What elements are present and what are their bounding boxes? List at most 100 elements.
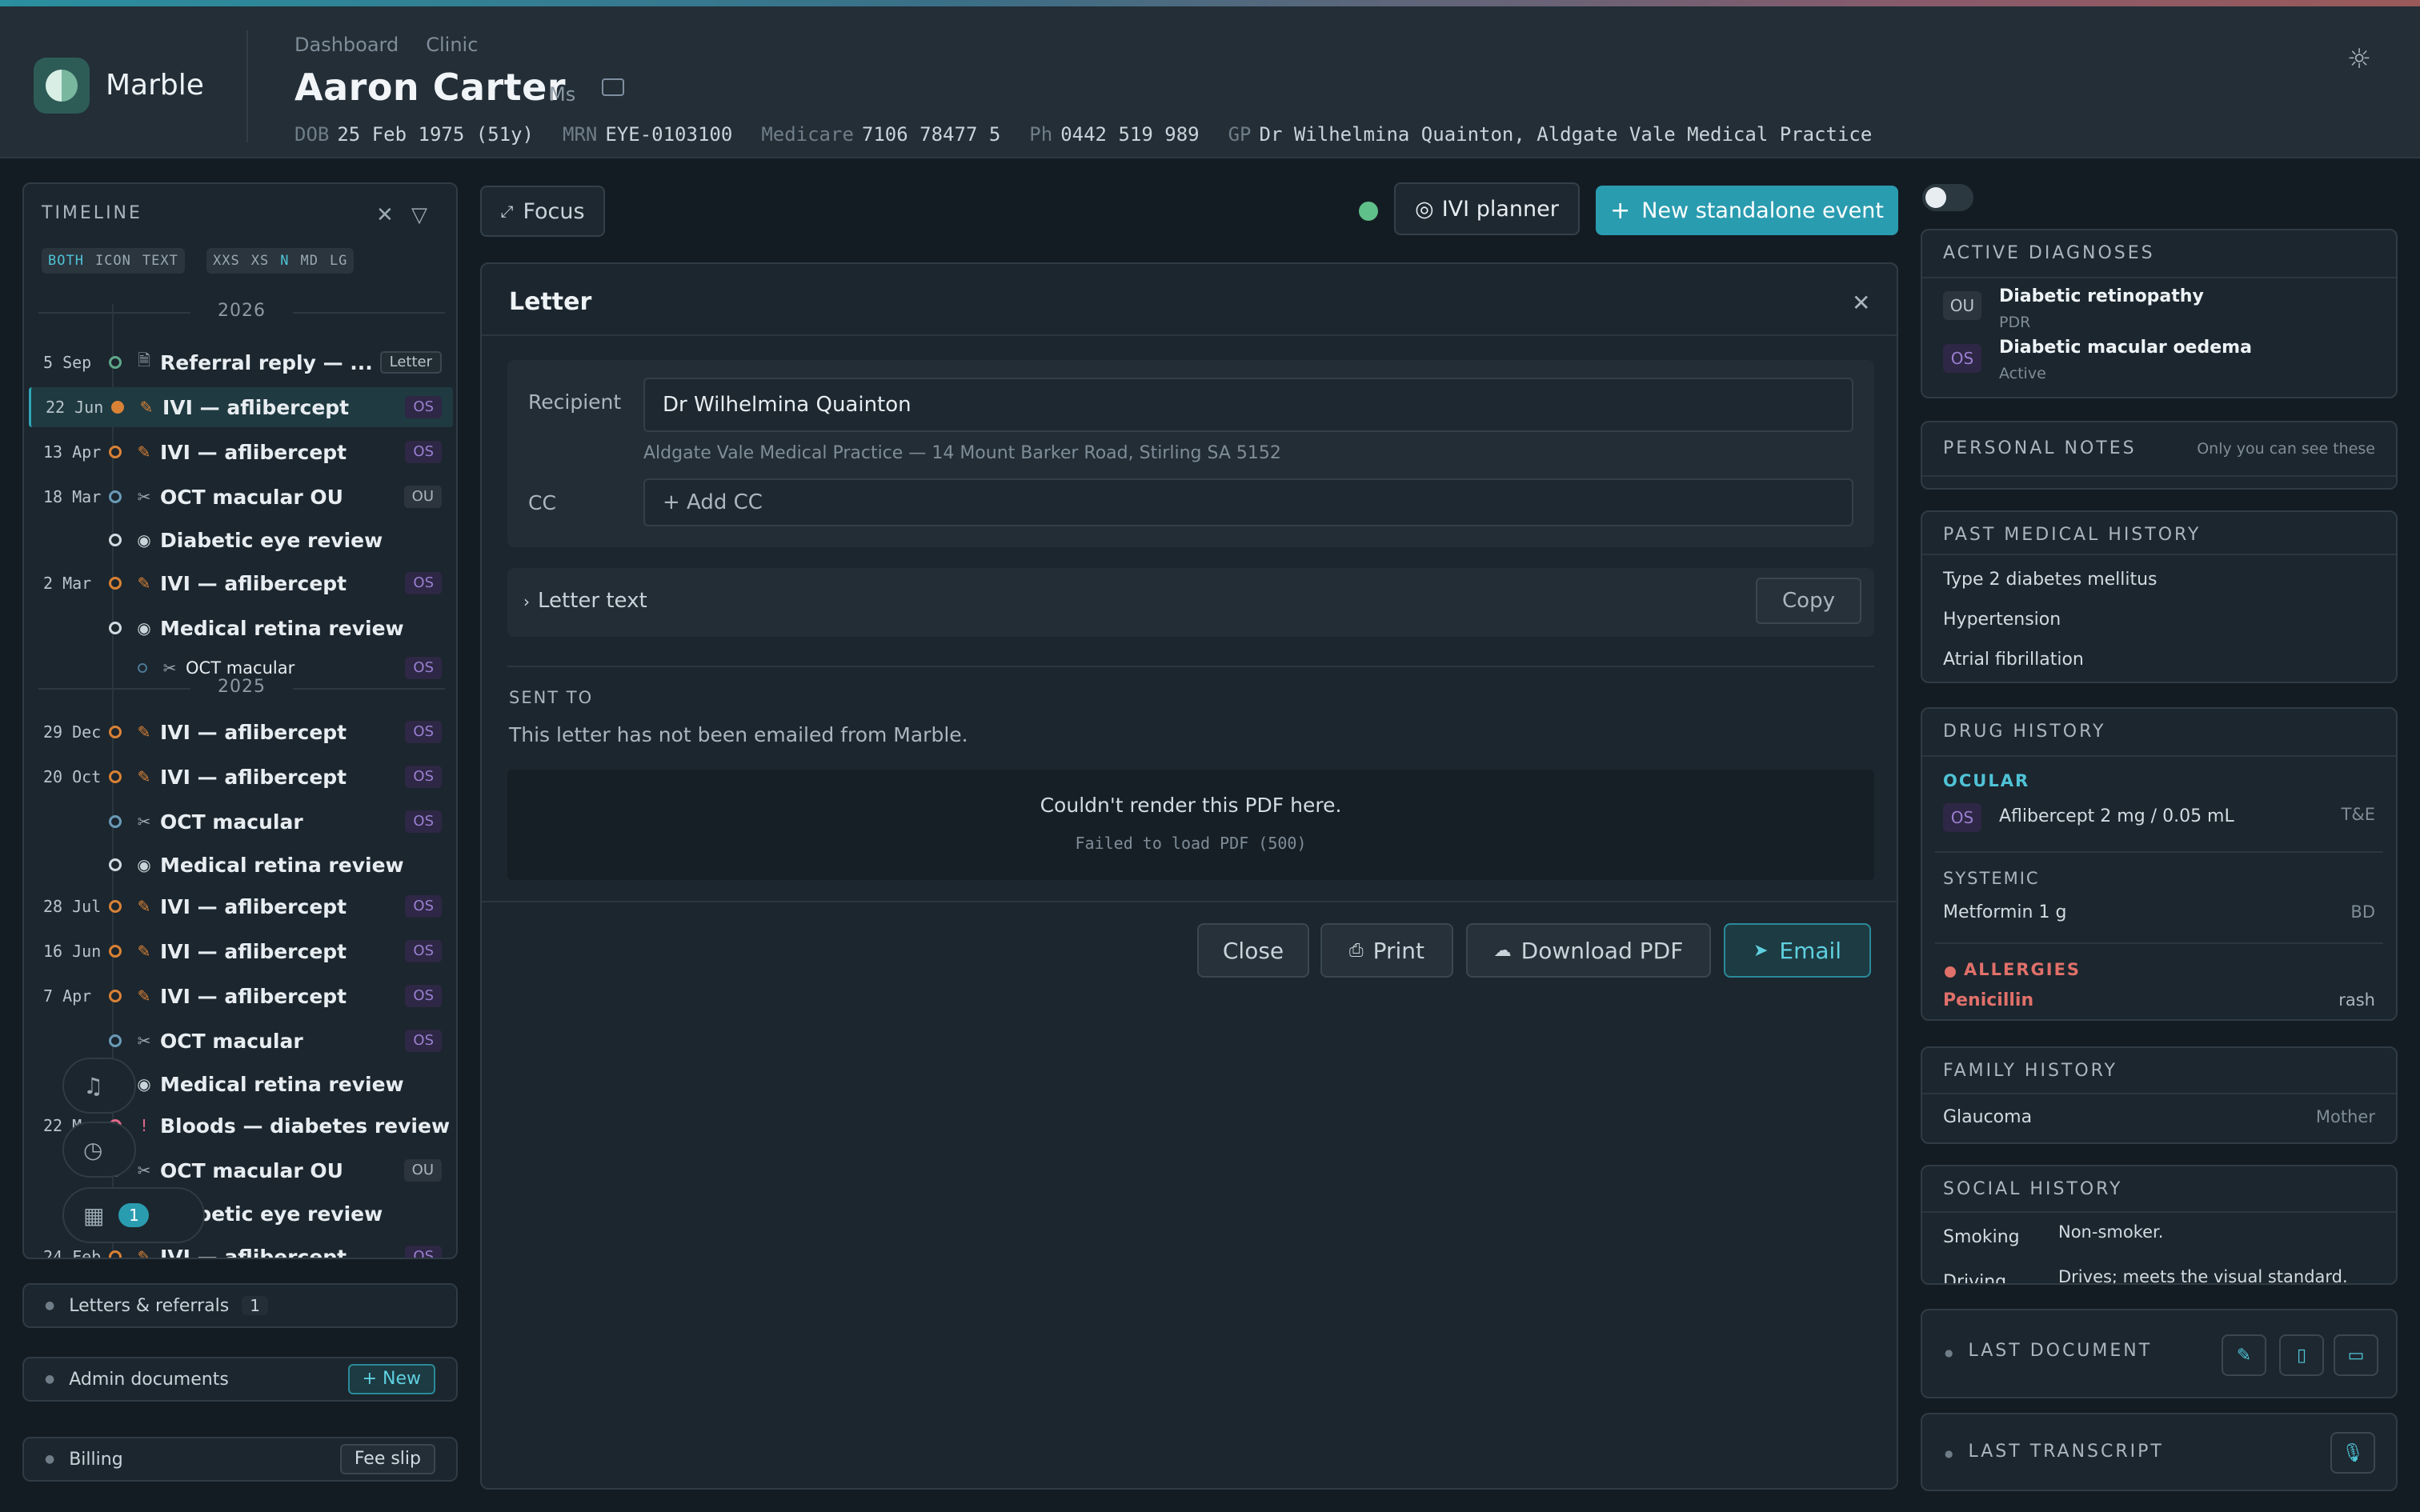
divider bbox=[1922, 1211, 2396, 1213]
timeline-event[interactable]: ✂ OCT macular OS bbox=[29, 648, 453, 688]
letters-referrals-section[interactable]: ● Letters & referrals 1 bbox=[22, 1283, 458, 1328]
close-button[interactable]: Close bbox=[1197, 923, 1309, 978]
ivi-planner-button[interactable]: ◎ IVI planner bbox=[1394, 182, 1580, 235]
pmh-item[interactable]: Hypertension bbox=[1943, 610, 2061, 630]
id-card-icon[interactable] bbox=[602, 78, 624, 96]
calendar-button[interactable]: ▦ 1 bbox=[62, 1187, 205, 1243]
size-md[interactable]: MD bbox=[300, 253, 318, 269]
chevron-right-icon: › bbox=[523, 592, 530, 611]
size-lg[interactable]: LG bbox=[330, 253, 347, 269]
timeline-event[interactable]: 20 Oct ✎ IVI — aflibercept OS bbox=[29, 757, 453, 797]
timeline-event[interactable]: ◉ Diabetic eye review bbox=[29, 520, 453, 560]
download-pdf-button[interactable]: ☁ Download PDF bbox=[1466, 923, 1711, 978]
pmh-item[interactable]: Atrial fibrillation bbox=[1943, 650, 2084, 670]
add-cc-input[interactable]: + Add CC bbox=[643, 478, 1853, 526]
review-icon: ◉ bbox=[137, 530, 151, 550]
oct-sub-icon: ✂ bbox=[162, 658, 177, 678]
monitor-upload-icon[interactable]: ▭ bbox=[2334, 1334, 2378, 1376]
timeline-event[interactable]: ◉ Medical retina review bbox=[29, 845, 453, 885]
event-badge: OS bbox=[405, 1030, 442, 1052]
admin-documents-section[interactable]: ● Admin documents + New bbox=[22, 1357, 458, 1402]
edit-pencil-icon[interactable]: ✎ bbox=[2222, 1334, 2266, 1376]
view-both[interactable]: BOTH bbox=[48, 253, 84, 269]
timeline-event[interactable]: 7 Apr ✎ IVI — aflibercept OS bbox=[29, 976, 453, 1016]
status-indicator bbox=[1359, 202, 1378, 221]
diagnosis-name[interactable]: Diabetic retinopathy bbox=[1999, 286, 2204, 306]
letter-text-toggle[interactable]: › Letter text bbox=[523, 589, 647, 613]
event-title: OCT macular OU bbox=[160, 1158, 343, 1182]
timeline-event[interactable]: 29 Dec ✎ IVI — aflibercept OS bbox=[29, 712, 453, 752]
marble-logo[interactable] bbox=[34, 58, 90, 114]
event-title: Medical retina review bbox=[160, 1072, 404, 1096]
billing-section[interactable]: ● Billing Fee slip bbox=[22, 1437, 458, 1482]
social-value[interactable]: Non-smoker. bbox=[2058, 1222, 2163, 1242]
timeline-title: TIMELINE bbox=[42, 203, 142, 223]
email-button[interactable]: ➤ Email bbox=[1724, 923, 1871, 978]
family-condition[interactable]: Glaucoma bbox=[1943, 1107, 2032, 1127]
drug-history-card: DRUG HISTORY OCULAR OS Aflibercept 2 mg … bbox=[1921, 707, 2398, 1021]
event-title: Diabetic eye review bbox=[160, 528, 383, 552]
timeline-event[interactable]: 16 Jun ✎ IVI — aflibercept OS bbox=[29, 931, 453, 971]
toggle-knob bbox=[1925, 187, 1946, 208]
diagnosis-status: Active bbox=[1999, 365, 2046, 382]
last-transcript-card[interactable]: ● LAST TRANSCRIPT 🎙 bbox=[1921, 1413, 2398, 1491]
ocular-frequency: T&E bbox=[2341, 805, 2375, 824]
new-standalone-event-button[interactable]: + New standalone event bbox=[1596, 186, 1898, 235]
copy-button[interactable]: Copy bbox=[1756, 578, 1861, 624]
timeline-event[interactable]: 2 Mar ✎ IVI — aflibercept OS bbox=[29, 563, 453, 603]
letter-text-section[interactable]: › Letter text Copy bbox=[507, 568, 1874, 637]
timeline-event[interactable]: ✂ OCT macular OS bbox=[29, 1021, 453, 1061]
gp-value: Dr Wilhelmina Quainton, Aldgate Vale Med… bbox=[1259, 123, 1873, 146]
divider bbox=[1922, 755, 2396, 757]
pmh-item[interactable]: Type 2 diabetes mellitus bbox=[1943, 570, 2158, 590]
timeline-event[interactable]: ◉ Medical retina review bbox=[29, 608, 453, 648]
diagnosis-name[interactable]: Diabetic macular oedema bbox=[1999, 338, 2252, 358]
ocular-drug[interactable]: Aflibercept 2 mg / 0.05 mL bbox=[1999, 806, 2234, 826]
personal-notes-card[interactable]: PERSONAL NOTES Only you can see these bbox=[1921, 421, 2398, 490]
history-button[interactable]: ◷ bbox=[62, 1122, 136, 1178]
timeline-event[interactable]: 13 Apr ✎ IVI — aflibercept OS bbox=[29, 432, 453, 472]
size-n[interactable]: N bbox=[280, 253, 289, 269]
close-icon[interactable]: ✕ bbox=[1852, 290, 1870, 316]
fee-slip-button[interactable]: Fee slip bbox=[339, 1444, 435, 1474]
theme-toggle-sun-icon[interactable]: ☼ bbox=[2343, 43, 2375, 75]
size-xs[interactable]: XS bbox=[251, 253, 269, 269]
view-icon[interactable]: ICON bbox=[95, 253, 131, 269]
year-heading: 2026 bbox=[38, 301, 445, 321]
event-badge: OU bbox=[403, 486, 442, 508]
recipient-input[interactable]: Dr Wilhelmina Quainton bbox=[643, 378, 1853, 432]
systemic-drug[interactable]: Metformin 1 g bbox=[1943, 902, 2066, 922]
event-title: IVI — aflibercept bbox=[160, 939, 347, 963]
event-title: IVI — aflibercept bbox=[162, 395, 350, 419]
breadcrumb-dashboard[interactable]: Dashboard bbox=[294, 34, 399, 56]
accent-strip bbox=[0, 0, 2420, 6]
print-button[interactable]: ⎙ Print bbox=[1320, 923, 1453, 978]
last-document-card[interactable]: ● LAST DOCUMENT ✎ ▯ ▭ bbox=[1921, 1309, 2398, 1398]
active-diagnoses-card: ACTIVE DIAGNOSES OU Diabetic retinopathy… bbox=[1921, 229, 2398, 398]
filter-icon[interactable]: ▽ bbox=[411, 203, 427, 227]
toggle-switch[interactable] bbox=[1922, 184, 1973, 211]
ivi-icon: ✎ bbox=[137, 986, 151, 1006]
timeline-event[interactable]: 28 Jul ✎ IVI — aflibercept OS bbox=[29, 886, 453, 926]
chevron-right-icon: ● bbox=[1945, 1347, 1956, 1358]
focus-button[interactable]: ⤢ Focus bbox=[480, 186, 605, 237]
phone-upload-icon[interactable]: ▯ bbox=[2279, 1334, 2324, 1376]
event-title: OCT macular bbox=[160, 1029, 303, 1053]
personal-notes-hint: Only you can see these bbox=[2197, 440, 2375, 458]
notifications-button[interactable]: ♫ bbox=[62, 1058, 136, 1114]
timeline-event[interactable]: 18 Mar ✂ OCT macular OU OU bbox=[29, 477, 453, 517]
timeline-event[interactable]: 5 Sep 🗎 Referral reply — ... Letter bbox=[29, 342, 453, 382]
event-title: IVI — aflibercept bbox=[160, 765, 347, 789]
social-value[interactable]: Drives; meets the visual standard. bbox=[2058, 1267, 2348, 1283]
microphone-icon[interactable]: 🎙 bbox=[2330, 1432, 2375, 1474]
allergy-name[interactable]: Penicillin bbox=[1943, 990, 2033, 1010]
breadcrumb-clinic[interactable]: Clinic bbox=[426, 34, 478, 56]
event-title: IVI — aflibercept bbox=[160, 440, 347, 464]
new-admin-document-button[interactable]: + New bbox=[347, 1364, 435, 1394]
timeline-event[interactable]: ✂ OCT macular OS bbox=[29, 802, 453, 842]
size-xxs[interactable]: XXS bbox=[213, 253, 240, 269]
view-text[interactable]: TEXT bbox=[142, 253, 178, 269]
dob-value: 25 Feb 1975 (51y) bbox=[337, 123, 534, 146]
collapse-icon[interactable]: ✕ bbox=[376, 203, 394, 227]
timeline-event[interactable]: 22 Jun ✎ IVI — aflibercept OS bbox=[29, 387, 453, 427]
